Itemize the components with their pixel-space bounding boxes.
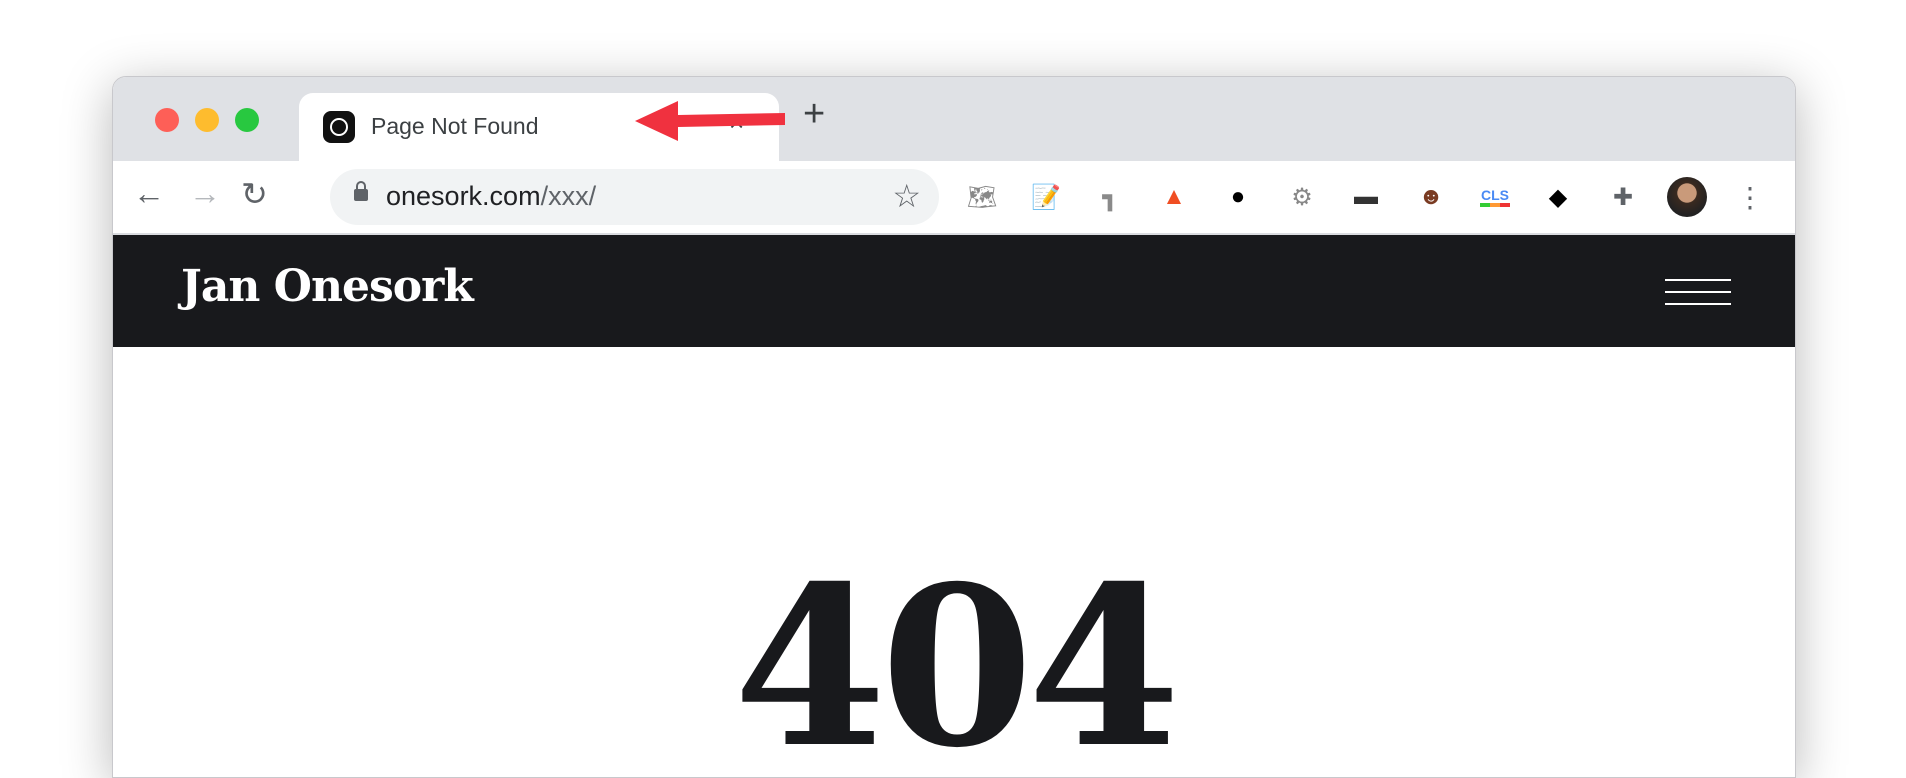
tab-bar: Page Not Found × + <box>113 77 1795 161</box>
browser-window: Page Not Found × + ← → ↻ onesork.com/xxx… <box>112 76 1796 778</box>
text-edit-extension-icon[interactable]: 📝 <box>1030 181 1062 213</box>
circle-logo-icon <box>323 111 355 143</box>
red-arrow-annotation <box>635 101 785 141</box>
tab-title: Page Not Found <box>371 113 539 139</box>
puzzle-icon[interactable]: ✚ <box>1607 181 1639 213</box>
url-domain: onesork.com <box>386 181 541 211</box>
reload-button[interactable]: ↻ <box>241 175 268 213</box>
error-heading: 404 <box>733 537 1180 778</box>
layers-extension-icon[interactable]: ◆ <box>1542 181 1574 213</box>
toolbar: ← → ↻ onesork.com/xxx/ ☆ 🗺 📝 ┓ ▲ ● ⚙ ▬ ☻… <box>113 161 1795 235</box>
bookmark-star-icon[interactable]: ☆ <box>892 177 921 215</box>
address-bar[interactable]: onesork.com/xxx/ ☆ <box>330 169 939 225</box>
close-window-button[interactable] <box>155 108 179 132</box>
analytics-extension-icon[interactable]: ┓ <box>1094 181 1126 213</box>
url-path: /xxx/ <box>540 181 597 211</box>
cls-extension-icon[interactable]: CLS <box>1479 181 1511 213</box>
back-button[interactable]: ← <box>133 175 165 212</box>
bearded-man-extension-icon[interactable]: ☻ <box>1415 181 1447 213</box>
maximize-window-button[interactable] <box>235 108 259 132</box>
lock-icon <box>354 181 368 201</box>
ninja-pin-icon[interactable]: ● <box>1222 181 1254 213</box>
hamburger-menu-icon[interactable] <box>1665 279 1731 315</box>
gear-extension-icon[interactable]: ⚙ <box>1286 181 1318 213</box>
mask-doc-extension-icon[interactable]: ▬ <box>1350 181 1382 213</box>
forward-button[interactable]: → <box>189 175 221 212</box>
minimize-window-button[interactable] <box>195 108 219 132</box>
new-tab-button[interactable]: + <box>803 93 825 136</box>
lighthouse-icon[interactable]: ▲ <box>1158 181 1190 213</box>
url-text: onesork.com/xxx/ <box>386 181 596 212</box>
arrow-shape <box>635 101 785 141</box>
more-menu-icon[interactable]: ⋮ <box>1734 181 1766 213</box>
cls-bar <box>1480 203 1510 207</box>
profile-avatar[interactable] <box>1667 177 1707 217</box>
map-extension-icon[interactable]: 🗺 <box>966 181 998 213</box>
site-brand-link[interactable]: Jan Onesork <box>181 261 474 312</box>
site-header: Jan Onesork <box>113 235 1795 347</box>
cls-label: CLS <box>1481 187 1509 203</box>
